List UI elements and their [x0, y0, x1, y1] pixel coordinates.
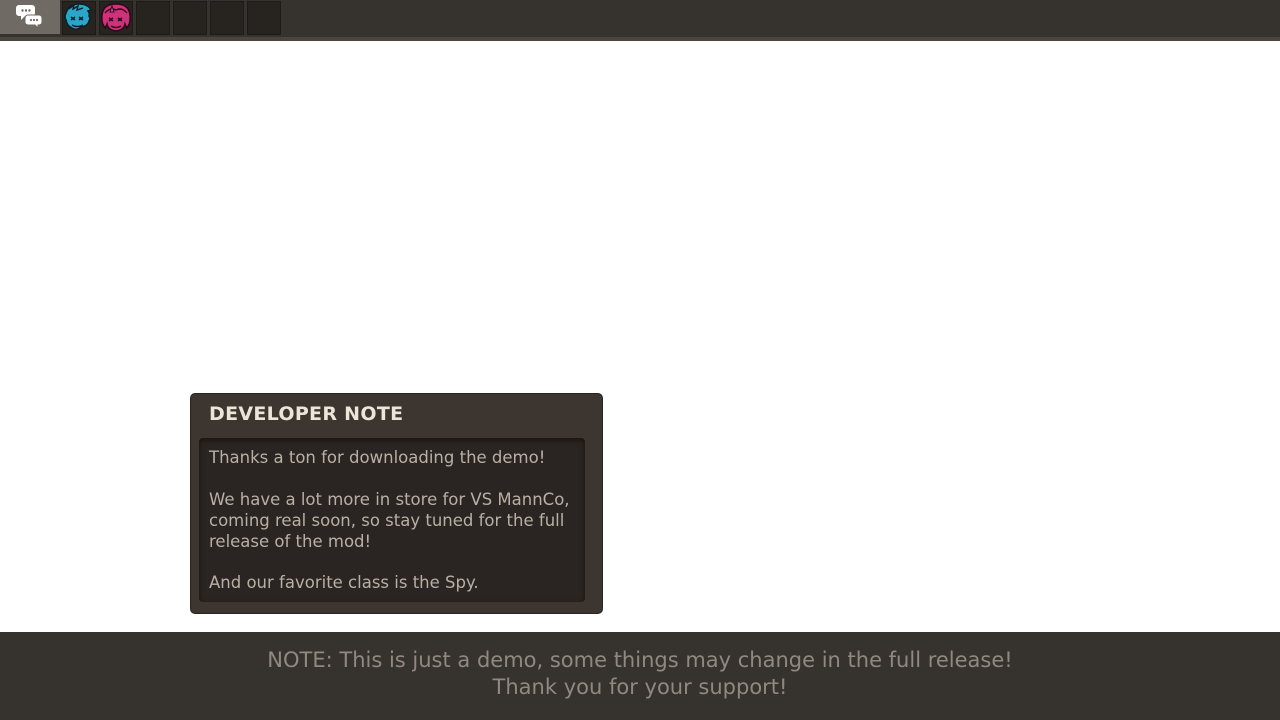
character-slot-5[interactable]: [210, 1, 244, 35]
developer-note-title: DEVELOPER NOTE: [209, 403, 404, 425]
girlfriend-character-icon: [99, 1, 133, 35]
character-slot-4[interactable]: [173, 1, 207, 35]
developer-note-body: Thanks a ton for downloading the demo! W…: [199, 438, 585, 602]
chat-bubbles-icon: [16, 2, 44, 32]
footer-demo-notice: NOTE: This is just a demo, some things m…: [267, 648, 1013, 672]
note-line-release: release of the mod!: [209, 532, 372, 551]
note-line-coming: coming real soon, so stay tuned for the …: [209, 511, 565, 530]
top-toolbar: [0, 0, 1280, 41]
note-line-thanks: Thanks a ton for downloading the demo!: [209, 448, 546, 467]
developer-note-panel: DEVELOPER NOTE Thanks a ton for download…: [191, 394, 602, 613]
note-line-spy: And our favorite class is the Spy.: [209, 573, 479, 592]
character-slot-3[interactable]: [136, 1, 170, 35]
character-slot-2[interactable]: [99, 1, 133, 35]
note-line-store: We have a lot more in store for VS MannC…: [209, 490, 570, 509]
footer-thanks: Thank you for your support!: [492, 675, 788, 699]
footer-notice-bar: NOTE: This is just a demo, some things m…: [0, 632, 1280, 720]
character-slot-6[interactable]: [247, 1, 281, 35]
chat-button[interactable]: [0, 0, 60, 34]
boyfriend-character-icon: [62, 1, 96, 35]
character-slot-1[interactable]: [62, 1, 96, 35]
